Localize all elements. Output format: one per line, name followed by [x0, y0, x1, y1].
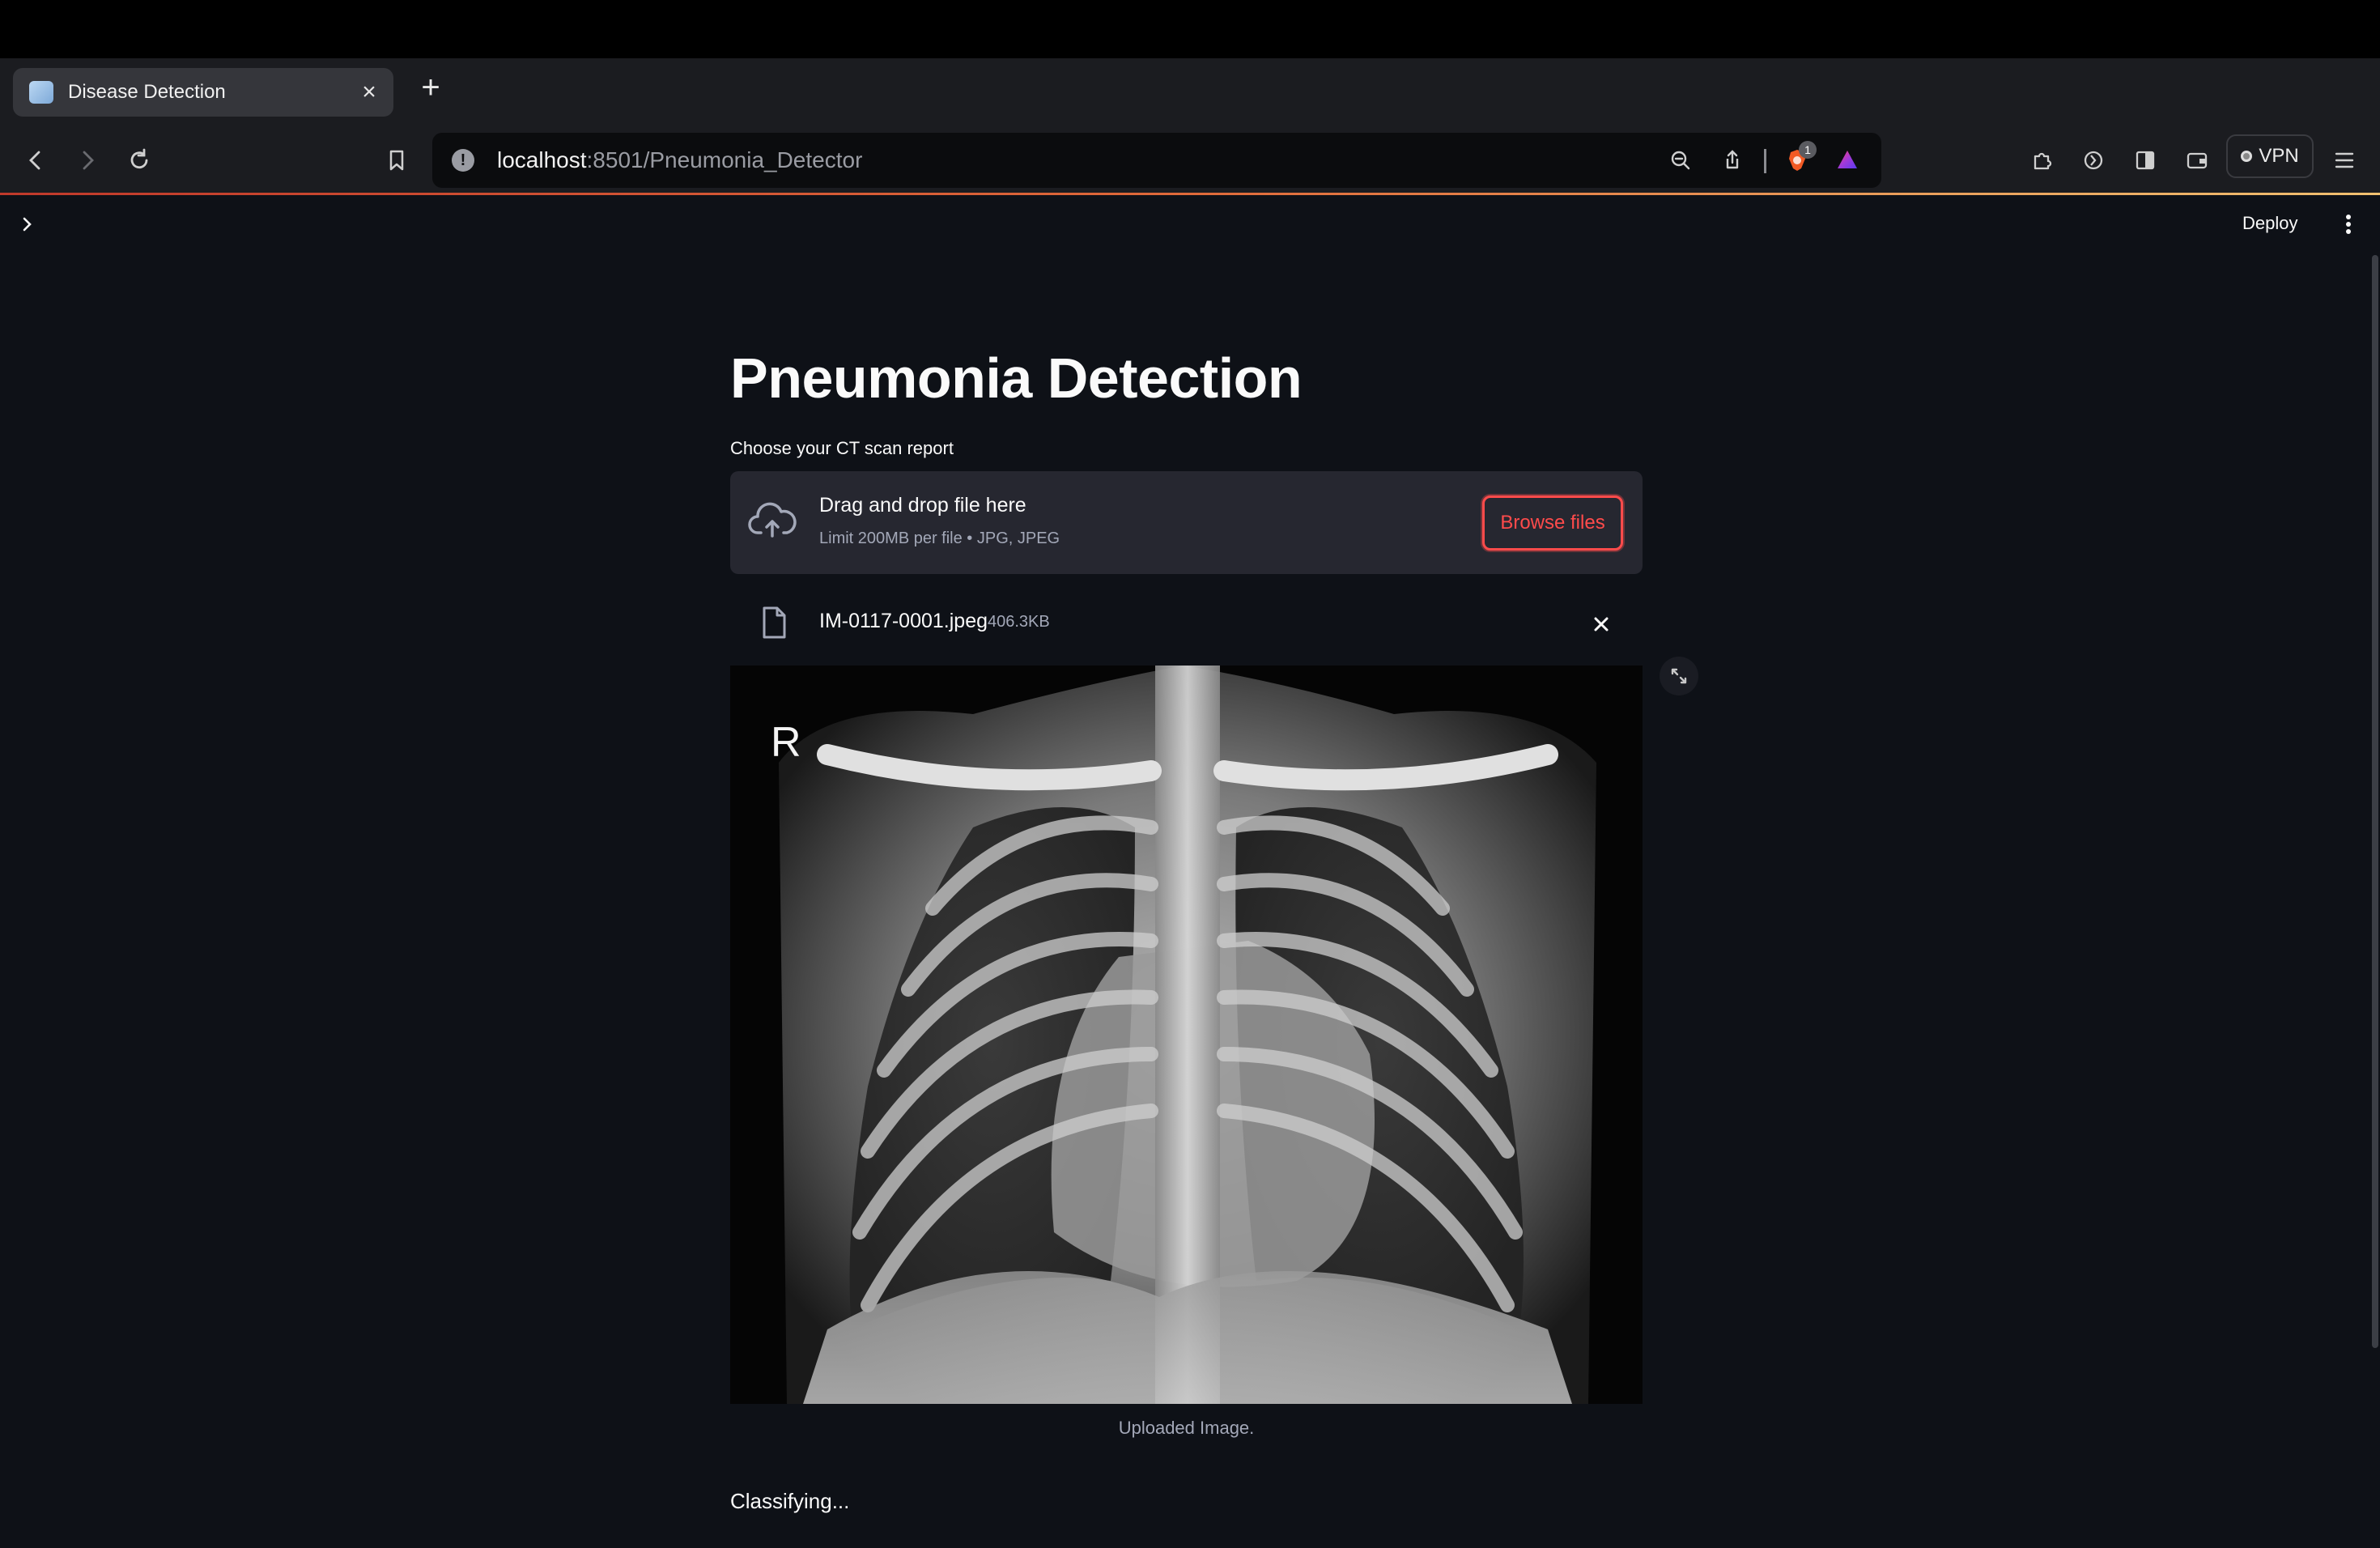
tab-disease-detection[interactable]: Disease Detection × [13, 68, 393, 117]
cloud-upload-icon [748, 500, 797, 542]
deploy-button[interactable]: Deploy [2242, 213, 2297, 234]
dropzone-title: Drag and drop file here [819, 494, 1026, 517]
url-host: localhost [497, 147, 587, 172]
browser-menu-icon[interactable] [2327, 142, 2362, 178]
back-icon[interactable] [18, 142, 53, 178]
site-info-icon[interactable]: ! [452, 149, 474, 172]
remove-file-close-icon[interactable] [1585, 608, 1617, 640]
brave-rewards-icon[interactable] [1830, 142, 1865, 178]
fullscreen-expand-icon[interactable] [1660, 657, 1698, 695]
extensions-icon[interactable] [2024, 142, 2059, 178]
new-tab-plus-icon[interactable]: + [411, 68, 450, 107]
vpn-status-icon [2241, 151, 2253, 162]
shields-badge: 1 [1799, 141, 1817, 159]
scrollbar-thumb[interactable] [2372, 255, 2378, 1348]
file-dropzone[interactable]: Drag and drop file here Limit 200MB per … [730, 471, 1643, 574]
reload-icon[interactable] [121, 142, 157, 178]
browse-files-button[interactable]: Browse files [1482, 495, 1623, 551]
address-bar[interactable]: ! localhost:8501/Pneumonia_Detector 1 [432, 133, 1881, 188]
tab-strip: Disease Detection × [0, 58, 2380, 154]
url-path: :8501/Pneumonia_Detector [586, 147, 863, 172]
leo-ai-icon[interactable] [2076, 142, 2111, 178]
brave-shields-icon[interactable]: 1 [1779, 141, 1817, 178]
share-icon[interactable] [1715, 142, 1750, 178]
page-title: Pneumonia Detection [730, 347, 1303, 410]
uploaded-file-row: IM-0117-0001.jpeg 406.3KB [730, 592, 1643, 657]
file-name: IM-0117-0001.jpeg [819, 610, 988, 632]
file-icon [758, 603, 790, 642]
tab-title: Disease Detection [68, 81, 226, 103]
close-tab-icon[interactable]: × [353, 76, 385, 108]
uploader-label: Choose your CT scan report [730, 438, 954, 458]
url-text[interactable]: localhost:8501/Pneumonia_Detector [497, 133, 862, 188]
sidebar-expand-chevron-icon[interactable] [15, 211, 40, 237]
zoom-icon[interactable] [1663, 142, 1698, 178]
image-caption: Uploaded Image. [1118, 1418, 1255, 1438]
forward-icon[interactable] [70, 142, 105, 178]
xray-side-marker: R [771, 719, 801, 766]
dropzone-limit-text: Limit 200MB per file • JPG, JPEG [819, 529, 1060, 547]
favicon-icon [29, 81, 53, 104]
browser-toolbar: ! localhost:8501/Pneumonia_Detector 1 VP… [0, 126, 2380, 194]
main-menu-kebab-icon[interactable] [2336, 206, 2361, 242]
vpn-button[interactable]: VPN [2226, 134, 2314, 178]
vpn-label: VPN [2259, 145, 2299, 167]
file-size: 406.3KB [988, 613, 1050, 631]
app-main: Deploy Pneumonia Detection Choose your C… [0, 195, 2380, 1548]
os-top-bar [0, 0, 2380, 58]
separator [1764, 149, 1766, 173]
sidebar-panel-icon[interactable] [2127, 142, 2163, 178]
wallet-icon[interactable] [2179, 142, 2215, 178]
bookmark-icon[interactable] [379, 142, 414, 178]
status-text: Classifying... [730, 1489, 850, 1513]
uploaded-xray-image: R [730, 666, 1643, 1404]
